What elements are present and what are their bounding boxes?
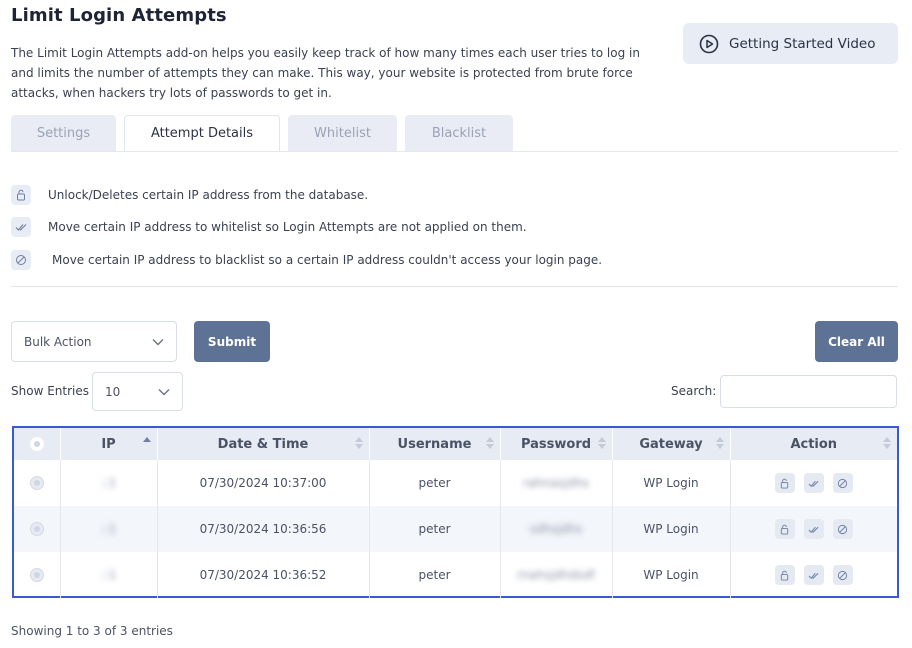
table-row: ::1 07/30/2024 10:36:56 peter sdhsjdhs W…	[14, 506, 897, 552]
tab-whitelist[interactable]: Whitelist	[288, 115, 397, 152]
block-icon[interactable]	[832, 473, 853, 493]
table-row: ::1 07/30/2024 10:37:00 peter rahnasjdhs…	[14, 460, 897, 506]
row-select-radio[interactable]	[29, 568, 44, 582]
sort-icon	[597, 437, 606, 449]
password-cell: rahnasjdhs	[523, 476, 589, 490]
datetime-cell: 07/30/2024 10:37:00	[157, 460, 370, 506]
attempts-table: IP Date & Time Username Password Gateway…	[12, 426, 899, 598]
tabs-divider	[11, 151, 898, 152]
search-label: Search:	[671, 384, 717, 398]
column-header-ip[interactable]: IP	[60, 428, 158, 460]
tab-blacklist[interactable]: Blacklist	[405, 115, 513, 152]
block-icon[interactable]	[832, 565, 853, 585]
row-select-radio[interactable]	[29, 476, 44, 490]
column-header-action[interactable]: Action	[730, 428, 897, 460]
unlock-icon[interactable]	[774, 473, 795, 493]
datetime-cell: 07/30/2024 10:36:52	[157, 552, 370, 598]
chevron-down-icon	[158, 388, 170, 395]
username-cell: peter	[369, 506, 501, 552]
double-check-icon[interactable]	[803, 473, 824, 493]
ip-cell: ::1	[100, 568, 117, 582]
legend-unlock-text: Unlock/Deletes certain IP address from t…	[48, 188, 369, 202]
video-button-label: Getting Started Video	[729, 35, 876, 52]
table-row: ::1 07/30/2024 10:36:52 peter rnahsjdhds…	[14, 552, 897, 598]
sort-icon	[485, 437, 494, 449]
getting-started-video-button[interactable]: Getting Started Video	[683, 23, 898, 64]
select-all-cell	[14, 428, 61, 460]
username-cell: peter	[369, 552, 501, 598]
legend-blacklist: Move certain IP address to blacklist so …	[11, 250, 602, 270]
legend-whitelist-text: Move certain IP address to whitelist so …	[48, 220, 527, 234]
submit-button[interactable]: Submit	[194, 321, 270, 362]
sort-icon	[142, 437, 151, 442]
legend-unlock: Unlock/Deletes certain IP address from t…	[11, 185, 368, 205]
show-entries-label: Show Entries	[11, 384, 89, 398]
gateway-cell: WP Login	[612, 506, 731, 552]
page-description: The Limit Login Attempts add-on helps yo…	[11, 46, 640, 100]
play-circle-icon	[699, 34, 719, 53]
show-entries-value: 10	[105, 384, 121, 399]
sort-icon	[715, 437, 724, 449]
legend-whitelist: Move certain IP address to whitelist so …	[11, 217, 527, 237]
double-check-icon	[11, 217, 31, 237]
sort-icon	[883, 437, 891, 449]
sort-icon	[354, 437, 363, 449]
password-cell: rnahsjdhdsdf	[517, 568, 595, 582]
unlock-icon[interactable]	[774, 565, 795, 585]
show-entries-select[interactable]: 10	[92, 372, 183, 411]
bulk-action-value: Bulk Action	[24, 334, 92, 349]
gateway-cell: WP Login	[612, 460, 731, 506]
unlock-icon[interactable]	[774, 519, 795, 539]
column-header-password[interactable]: Password	[500, 428, 613, 460]
block-icon	[11, 250, 31, 270]
tab-bar: Settings Attempt Details Whitelist Black…	[11, 115, 521, 152]
password-cell: sdhsjdhs	[529, 522, 583, 536]
block-icon[interactable]	[832, 519, 853, 539]
unlock-icon	[11, 185, 31, 205]
ip-cell: ::1	[100, 522, 117, 536]
double-check-icon[interactable]	[803, 519, 824, 539]
ip-cell: ::1	[100, 476, 117, 490]
gateway-cell: WP Login	[612, 552, 731, 598]
tab-settings[interactable]: Settings	[11, 115, 116, 152]
row-select-radio[interactable]	[29, 522, 44, 536]
double-check-icon[interactable]	[803, 565, 824, 585]
column-header-gateway[interactable]: Gateway	[612, 428, 731, 460]
legend-blacklist-text: Move certain IP address to blacklist so …	[52, 253, 603, 267]
search-input[interactable]	[720, 375, 897, 408]
column-header-date-time[interactable]: Date & Time	[157, 428, 370, 460]
page-title: Limit Login Attempts	[11, 5, 227, 26]
legend-divider	[11, 286, 898, 287]
bulk-action-select[interactable]: Bulk Action	[11, 321, 177, 362]
datetime-cell: 07/30/2024 10:36:56	[157, 506, 370, 552]
column-header-username[interactable]: Username	[369, 428, 501, 460]
select-all-radio[interactable]	[29, 437, 44, 451]
username-cell: peter	[369, 460, 501, 506]
clear-all-button[interactable]: Clear All	[815, 321, 898, 362]
pagination-info: Showing 1 to 3 of 3 entries	[11, 624, 173, 638]
table-header-row: IP Date & Time Username Password Gateway…	[14, 428, 897, 460]
chevron-down-icon	[152, 338, 164, 345]
tab-attempt-details[interactable]: Attempt Details	[124, 115, 280, 152]
